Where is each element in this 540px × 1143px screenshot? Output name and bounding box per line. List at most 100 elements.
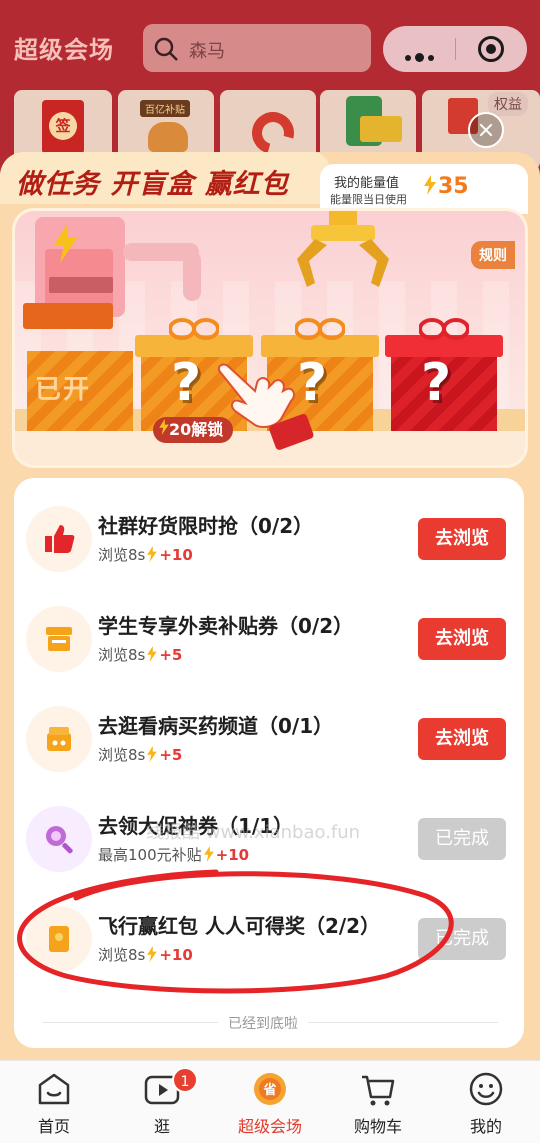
lightning-icon: [203, 846, 214, 862]
blind-box-machine: 规则 已开 ? ? ? 20解锁: [12, 208, 528, 468]
task-sub-text: 最高100元补贴: [98, 846, 202, 864]
panel-title-tab: 做任务 开盲盒 赢红包: [0, 152, 330, 204]
task-row: 学生专享外卖补贴券（0/2） 浏览8s +5 去浏览: [14, 592, 524, 692]
search-icon: [153, 36, 179, 66]
equity-label: 权益: [488, 92, 528, 116]
task-sub: 浏览8s +10: [98, 544, 193, 565]
machine-lightning-icon: [54, 223, 78, 263]
brand-title: 超级会场: [14, 36, 114, 64]
nav-label: 首页: [37, 1117, 70, 1136]
list-end-text: 已经到底啦: [218, 1013, 308, 1033]
rules-button[interactable]: 规则: [471, 241, 515, 269]
nav-label: 超级会场: [237, 1117, 302, 1136]
home-icon: [38, 1073, 70, 1105]
task-list: 社群好货限时抢（0/2） 浏览8s +10 去浏览 学生专享外卖补贴券（0/2） …: [14, 478, 524, 1048]
pointing-hand-icon: [217, 363, 314, 450]
task-icon-wrap: [26, 806, 92, 872]
medicine-box-icon: [47, 727, 71, 751]
energy-value: 35: [424, 174, 469, 199]
nav-cart[interactable]: 购物车: [324, 1061, 432, 1143]
cart-icon: [362, 1075, 395, 1106]
watermark-text: 线报酷 www.xianbao.fun: [146, 822, 361, 843]
magnifier-icon: [46, 826, 73, 854]
blind-box-opened: 已开: [23, 303, 133, 431]
unlock-lightning-icon: [159, 419, 169, 435]
completed-button[interactable]: 已完成: [418, 918, 506, 960]
lightning-icon: [424, 175, 436, 195]
energy-label: 我的能量值: [334, 176, 400, 191]
task-popup-panel: 做任务 开盲盒 赢红包 我的能量值 能量限当日使用 35 规则 已开 ? ? ?…: [0, 152, 540, 1060]
mini-program-capsule: [383, 26, 527, 72]
task-icon-wrap: [26, 506, 92, 572]
nav-label: 购物车: [353, 1117, 402, 1136]
store-icon: [46, 627, 72, 651]
nav-browse[interactable]: 1 逛: [108, 1061, 216, 1143]
opened-lid: [23, 303, 113, 329]
more-button[interactable]: [383, 26, 455, 72]
sign-in-icon: 签: [42, 100, 84, 154]
go-browse-button[interactable]: 去浏览: [418, 718, 506, 760]
task-title: 社群好货限时抢（0/2）: [98, 514, 314, 538]
energy-value-text: 35: [438, 174, 469, 199]
bottom-nav: 首页 1 逛 省 超级会场 购物车 我的: [0, 1060, 540, 1143]
task-icon-wrap: [26, 706, 92, 772]
task-row: 飞行赢红包 人人可得奖（2/2） 浏览8s +10 已完成: [14, 892, 524, 992]
lightning-icon: [147, 746, 158, 762]
task-title: 飞行赢红包 人人可得奖（2/2）: [98, 914, 381, 938]
search-placeholder: 森马: [189, 41, 225, 62]
energy-note: 能量限当日使用: [330, 193, 407, 206]
ticket-icon: [360, 116, 402, 142]
svg-text:省: 省: [262, 1082, 276, 1098]
nav-label: 我的: [469, 1117, 502, 1136]
task-sub: 最高100元补贴 +10: [98, 844, 249, 865]
bow-icon: [419, 318, 469, 340]
machine-pipe-down: [183, 251, 201, 301]
thumbs-up-icon: [45, 525, 75, 553]
nav-label: 逛: [153, 1117, 170, 1136]
task-title: 学生专享外卖补贴券（0/2）: [98, 614, 354, 638]
exit-mini-program-button[interactable]: [455, 26, 527, 72]
subsidy-tag: 百亿补贴: [140, 100, 190, 117]
go-browse-button[interactable]: 去浏览: [418, 618, 506, 660]
claw-icon: [297, 211, 389, 287]
profile-icon: [469, 1072, 503, 1106]
task-points: +5: [159, 746, 183, 764]
red-packet-icon: [49, 926, 69, 952]
lightning-icon: [147, 546, 158, 562]
more-dots-icon: [405, 46, 438, 65]
opened-label: 已开: [35, 375, 92, 405]
nav-home[interactable]: 首页: [0, 1061, 108, 1143]
task-sub-text: 浏览8s: [98, 946, 146, 964]
task-sub-text: 浏览8s: [98, 646, 146, 664]
notification-badge: 1: [172, 1067, 198, 1093]
popup-close-icon[interactable]: [468, 112, 504, 148]
completed-button[interactable]: 已完成: [418, 818, 506, 860]
nav-profile[interactable]: 我的: [432, 1061, 540, 1143]
lightning-icon: [147, 646, 158, 662]
task-points: +10: [159, 946, 193, 964]
bow-icon: [295, 318, 345, 340]
blind-box-3[interactable]: ?: [385, 318, 503, 431]
task-sub: 浏览8s +5: [98, 644, 182, 665]
task-sub: 浏览8s +10: [98, 944, 193, 965]
energy-box: 我的能量值 能量限当日使用 35: [320, 164, 528, 214]
energy-machine: [35, 217, 125, 317]
task-title: 去逛看病买药频道（0/1）: [98, 714, 334, 738]
go-browse-button[interactable]: 去浏览: [418, 518, 506, 560]
task-sub: 浏览8s +5: [98, 744, 182, 765]
task-points: +5: [159, 646, 183, 664]
task-points: +10: [215, 846, 250, 864]
question-mark-icon: ?: [171, 353, 202, 413]
nav-super-venue[interactable]: 省 超级会场: [216, 1061, 324, 1143]
task-row: 社群好货限时抢（0/2） 浏览8s +10 去浏览: [14, 492, 524, 592]
super-venue-icon: 省: [254, 1073, 286, 1105]
target-close-icon: [478, 36, 504, 62]
task-points: +10: [159, 546, 193, 564]
search-box[interactable]: 森马: [143, 24, 371, 72]
task-icon-wrap: [26, 606, 92, 672]
machine-slot: [49, 277, 113, 293]
task-sub-text: 浏览8s: [98, 746, 146, 764]
panel-title: 做任务 开盲盒 赢红包: [16, 169, 289, 200]
task-sub-text: 浏览8s: [98, 546, 146, 564]
bow-icon: [169, 318, 219, 340]
